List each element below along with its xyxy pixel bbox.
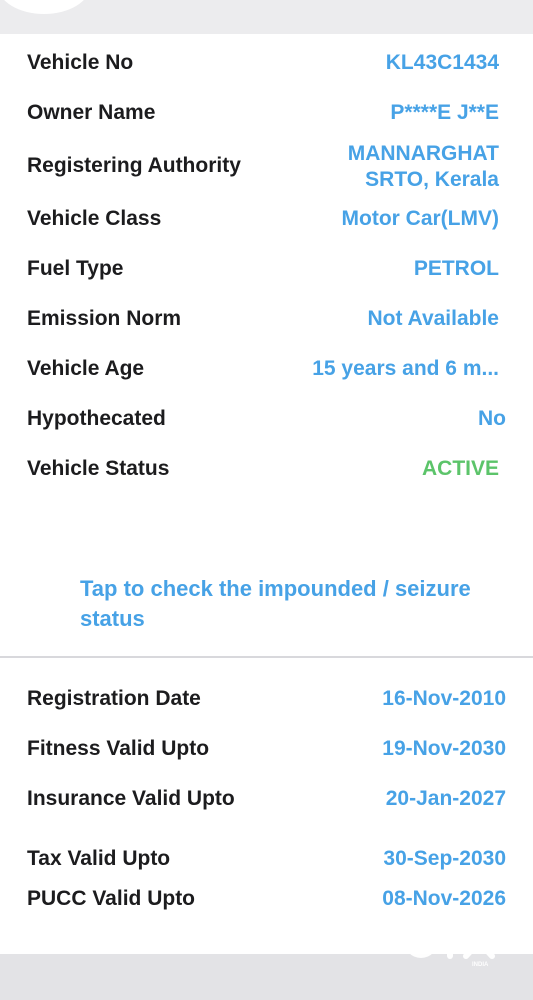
label-hypothecated: Hypothecated: [27, 407, 166, 430]
label-vehicle-no: Vehicle No: [27, 51, 134, 74]
value-vehicle-status: ACTIVE: [421, 457, 499, 480]
value-fitness-valid: 19-Nov-2030: [382, 737, 506, 760]
value-vehicle-no: KL43C1434: [385, 51, 499, 74]
value-fuel-type: PETROL: [413, 257, 499, 280]
value-registration-date: 16-Nov-2010: [382, 687, 506, 710]
value-insurance-valid: 20-Jan-2027: [385, 787, 506, 810]
label-fuel-type: Fuel Type: [27, 257, 124, 280]
label-fitness-valid: Fitness Valid Upto: [27, 737, 210, 760]
olx-watermark-logo: INDIA: [402, 918, 500, 968]
label-vehicle-status: Vehicle Status: [27, 457, 170, 480]
value-hypothecated: No: [478, 407, 506, 430]
label-registering-authority: Registering Authority: [27, 154, 241, 177]
value-registering-authority: MANNARGHAT SRTO, Kerala: [347, 142, 499, 191]
section-divider: [0, 656, 533, 658]
label-registration-date: Registration Date: [27, 687, 201, 710]
value-vehicle-class: Motor Car(LMV): [341, 207, 499, 230]
olx-logo-subtext: INDIA: [472, 962, 489, 968]
value-tax-valid: 30-Sep-2030: [383, 847, 506, 870]
olx-logo-icon: INDIA: [404, 920, 495, 968]
label-tax-valid: Tax Valid Upto: [27, 847, 171, 870]
top-strip: [0, 0, 533, 34]
value-vehicle-age: 15 years and 6 m...: [312, 357, 499, 380]
value-owner-name: P****E J**E: [390, 101, 499, 124]
label-insurance-valid: Insurance Valid Upto: [27, 787, 235, 810]
label-vehicle-class: Vehicle Class: [27, 207, 162, 230]
value-pucc-valid: 08-Nov-2026: [382, 887, 506, 910]
impound-status-link[interactable]: Tap to check the impounded / seizure sta…: [80, 574, 480, 634]
label-emission-norm: Emission Norm: [27, 307, 182, 330]
label-vehicle-age: Vehicle Age: [27, 357, 145, 380]
label-owner-name: Owner Name: [27, 101, 156, 124]
label-pucc-valid: PUCC Valid Upto: [27, 887, 196, 910]
value-emission-norm: Not Available: [367, 307, 499, 330]
